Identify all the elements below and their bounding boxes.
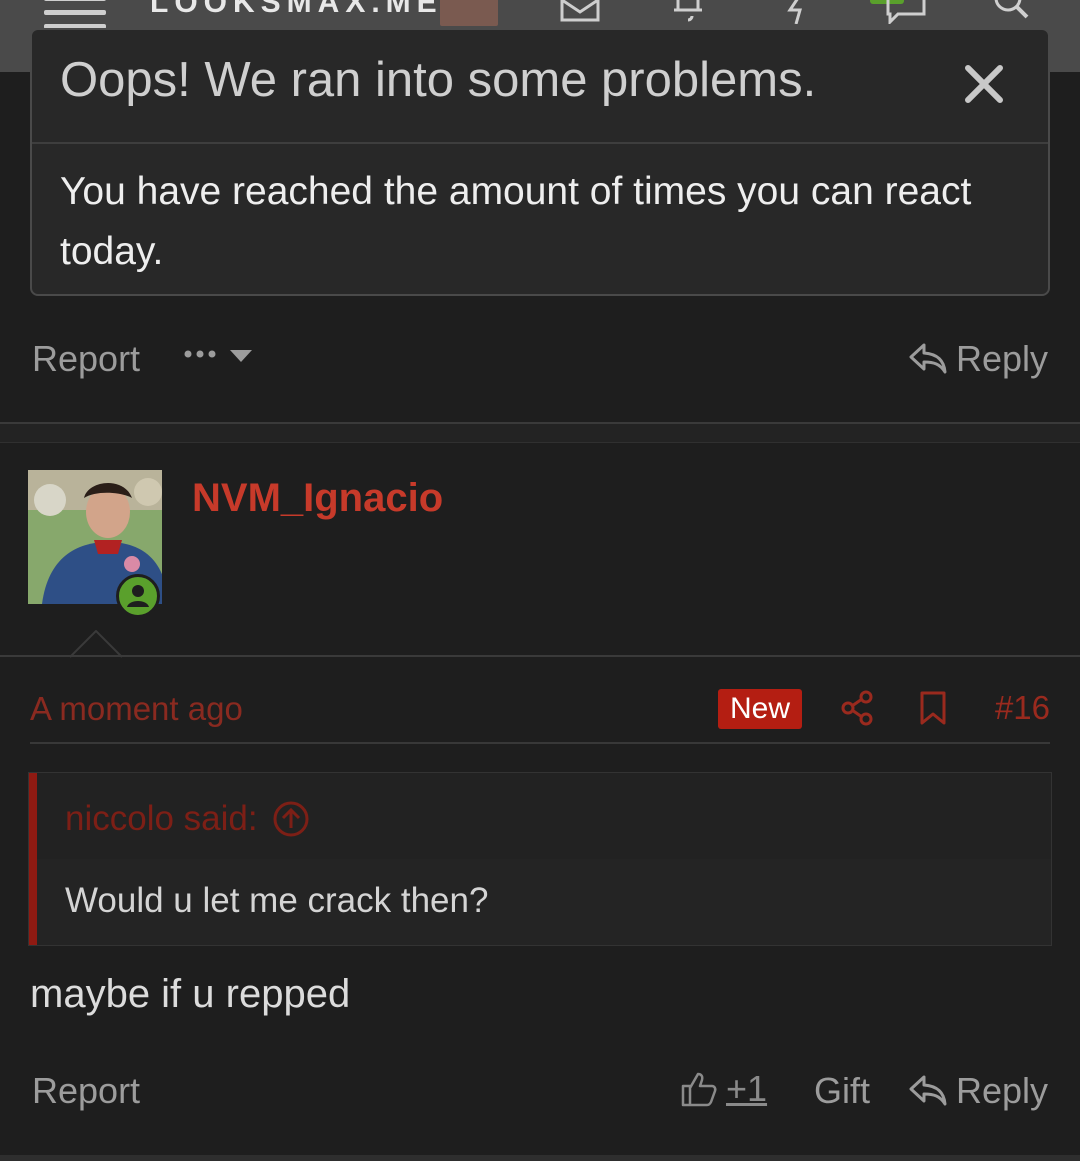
- more-options-icon[interactable]: [184, 344, 254, 374]
- post-number[interactable]: #16: [995, 689, 1050, 727]
- bookmark-icon[interactable]: [918, 690, 948, 726]
- username[interactable]: NVM_Ignacio: [192, 476, 443, 521]
- bottom-edge: [0, 1155, 1080, 1161]
- new-badge: New: [718, 689, 802, 729]
- site-logo[interactable]: LOOKSMAX.ME: [150, 0, 443, 20]
- dialog-divider: [32, 142, 1048, 144]
- dialog-title: Oops! We ran into some problems.: [60, 53, 817, 107]
- reply-icon: [909, 1075, 947, 1106]
- user-separator: [0, 655, 1080, 657]
- report-link[interactable]: Report: [32, 1070, 140, 1112]
- post-gap: [0, 424, 1080, 442]
- nav-avatar[interactable]: [440, 0, 498, 26]
- close-icon[interactable]: [960, 60, 1008, 108]
- inbox-icon[interactable]: [558, 0, 602, 24]
- quote-block: niccolo said: Would u let me crack then?: [28, 772, 1052, 946]
- like-count[interactable]: +1: [726, 1068, 767, 1110]
- gift-button[interactable]: Gift: [814, 1070, 870, 1112]
- error-dialog: Oops! We ran into some problems. You hav…: [30, 28, 1050, 296]
- post-time[interactable]: A moment ago: [30, 690, 243, 728]
- thumbs-up-icon: [681, 1072, 717, 1107]
- chat-icon[interactable]: [884, 0, 928, 26]
- share-icon[interactable]: [840, 690, 874, 726]
- reply-icon: [909, 343, 947, 374]
- quote-bar: [29, 773, 37, 945]
- reply-button[interactable]: Reply: [908, 338, 1048, 380]
- reply-label: Reply: [955, 1070, 1048, 1111]
- online-status-icon: [116, 574, 160, 618]
- quote-text: Would u let me crack then?: [65, 881, 489, 920]
- reply-label: Reply: [955, 338, 1048, 379]
- like-button[interactable]: +1: [680, 1068, 767, 1110]
- bolt-icon[interactable]: [776, 0, 820, 25]
- search-icon[interactable]: [990, 0, 1034, 24]
- report-link[interactable]: Report: [32, 338, 140, 380]
- post-message: maybe if u repped: [30, 972, 351, 1016]
- quote-author[interactable]: niccolo said:: [65, 799, 310, 839]
- message-caret: [70, 630, 122, 658]
- quote-author-label: niccolo said:: [65, 799, 258, 838]
- reply-button[interactable]: Reply: [908, 1070, 1048, 1112]
- menu-icon[interactable]: [44, 0, 106, 29]
- arrow-up-circle-icon[interactable]: [272, 800, 310, 838]
- bell-icon[interactable]: [666, 0, 710, 24]
- dialog-message: You have reached the amount of times you…: [60, 170, 972, 273]
- meta-separator: [30, 742, 1050, 744]
- post-actions: Report +1 Gift Reply: [0, 1060, 1080, 1130]
- post-separator: [0, 442, 1080, 443]
- previous-post-actions: Report Reply: [0, 320, 1080, 400]
